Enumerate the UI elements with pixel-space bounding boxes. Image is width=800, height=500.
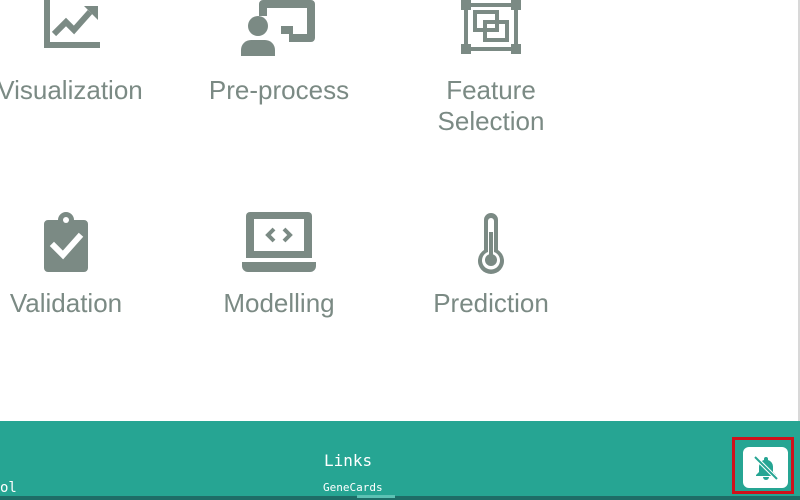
select-object-icon (461, 0, 521, 54)
tile-pre-process[interactable]: Pre-process (179, 0, 379, 110)
tile-label: Validation (9, 288, 123, 318)
clipboard-check-icon (44, 212, 88, 272)
tile-label: Prediction (433, 288, 549, 318)
footer-links-title: Links (324, 451, 373, 470)
tile-prediction[interactable]: Prediction (391, 210, 591, 322)
tile-validation[interactable]: Validation (0, 210, 166, 322)
tile-label-line2: Selection (437, 106, 545, 136)
tile-label: Visualization (0, 75, 143, 105)
footer (0, 421, 800, 500)
tile-feature-selection[interactable]: Feature Selection (391, 0, 591, 140)
footer-bottom-indicator (357, 495, 395, 498)
laptop-code-icon (242, 212, 316, 272)
tile-label-line1: Feature (446, 75, 536, 105)
tile-modelling[interactable]: Modelling (179, 210, 379, 322)
presenter-board-icon (241, 0, 315, 56)
thermometer-icon (478, 213, 504, 274)
footer-left-text: ol (0, 480, 17, 496)
line-chart-icon (44, 0, 100, 48)
bell-slash-icon (753, 455, 779, 481)
footer-link-genecards[interactable]: GeneCards (323, 481, 383, 495)
footer-bottom-bar (0, 496, 800, 500)
page: Visualization Pre-process Feature Select… (0, 0, 800, 500)
tile-visualization[interactable]: Visualization (0, 0, 170, 110)
tile-label: Modelling (223, 288, 335, 318)
tile-label: Pre-process (208, 75, 350, 105)
notification-toggle-button[interactable] (743, 447, 788, 488)
